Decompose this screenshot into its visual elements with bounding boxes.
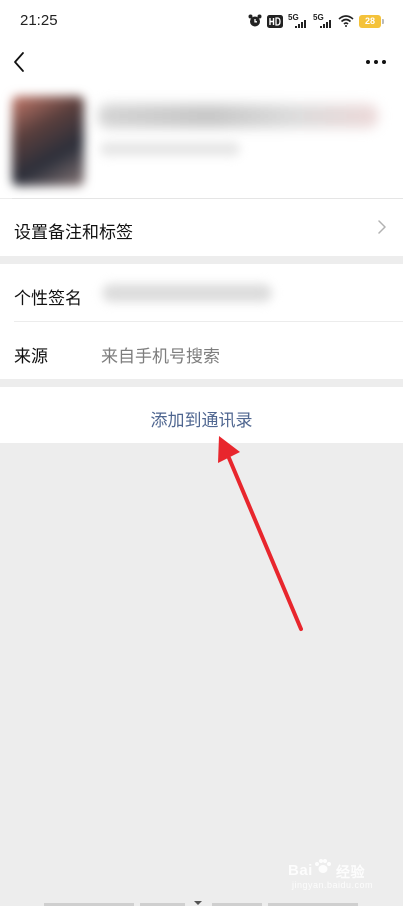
more-button[interactable] — [363, 48, 389, 76]
back-button[interactable] — [6, 48, 34, 76]
status-icons: 5G 5G 28 — [248, 12, 384, 30]
signature-value-blurred — [102, 284, 272, 302]
signature-label: 个性签名 — [14, 289, 82, 308]
add-to-contacts-button[interactable]: 添加到通讯录 — [0, 387, 403, 443]
add-to-contacts-label: 添加到通讯录 — [150, 411, 253, 430]
info-block: 个性签名 来源 来自手机号搜索 — [0, 264, 403, 379]
source-label: 来源 — [14, 347, 48, 366]
section-gap — [0, 256, 403, 264]
signal-2: 5G — [313, 14, 333, 28]
profile-card — [0, 84, 403, 198]
signal-icon — [320, 20, 331, 28]
status-time: 21:25 — [20, 12, 58, 29]
bottom-handle — [44, 901, 358, 906]
more-dots-icon — [366, 60, 386, 64]
status-bar: 21:25 5G 5G 28 — [0, 0, 403, 40]
signal-icon — [295, 20, 306, 28]
signal-1: 5G — [288, 14, 308, 28]
profile-subtitle-blurred — [100, 142, 240, 156]
chevron-left-icon — [14, 52, 24, 72]
wifi-icon — [338, 15, 354, 27]
contact-profile-screen: { "status_bar": { "time": "21:25", "netw… — [0, 0, 403, 906]
watermark: Bai 经验 jingyan.baidu.com — [284, 858, 384, 892]
remark-label: 设置备注和标签 — [14, 223, 133, 242]
avatar[interactable] — [12, 96, 84, 186]
hd-icon — [267, 14, 283, 28]
remark-and-tags-row[interactable]: 设置备注和标签 — [0, 199, 403, 256]
nav-bar — [0, 40, 403, 84]
watermark-text: 经验 — [336, 864, 365, 880]
chevron-right-icon — [378, 220, 386, 234]
source-row: 来源 来自手机号搜索 — [0, 322, 403, 379]
annotation-arrow-shaft — [227, 456, 303, 631]
paw-icon — [315, 859, 331, 873]
alarm-icon — [248, 14, 262, 27]
watermark-url: jingyan.baidu.com — [292, 880, 374, 890]
signature-row: 个性签名 — [0, 264, 403, 322]
source-value: 来自手机号搜索 — [101, 347, 220, 366]
section-gap — [0, 379, 403, 387]
battery-icon: 28 — [359, 14, 384, 28]
profile-name-blurred — [98, 104, 378, 128]
watermark-brand: Bai — [288, 862, 313, 879]
